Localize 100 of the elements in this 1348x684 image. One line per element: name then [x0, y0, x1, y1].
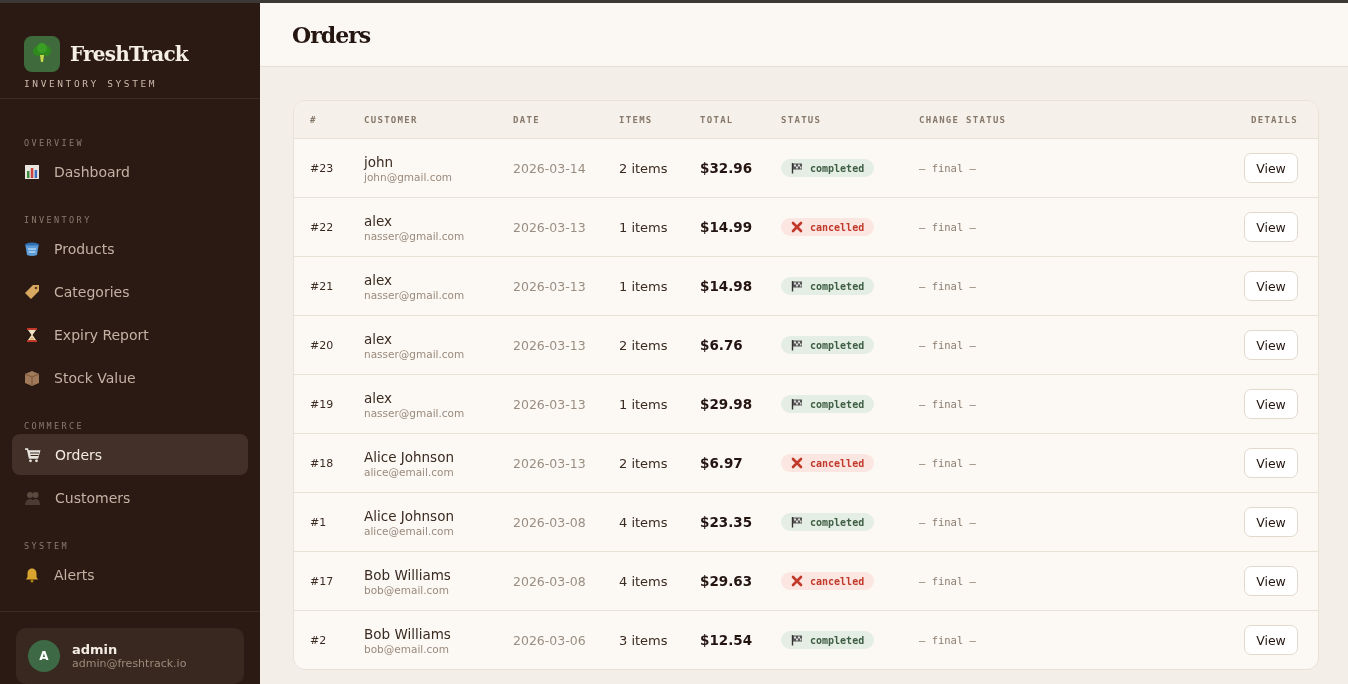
flag-icon [791, 398, 803, 410]
nav-item[interactable]: Dashboard [12, 151, 248, 192]
view-button[interactable]: View [1244, 330, 1298, 360]
status-badge: cancelled [781, 218, 875, 236]
view-button[interactable]: View [1244, 625, 1298, 655]
order-id: #22 [310, 220, 335, 234]
order-date: 2026-03-13 [513, 337, 587, 353]
order-date: 2026-03-14 [513, 160, 587, 176]
view-button[interactable]: View [1244, 389, 1298, 419]
nav-item[interactable]: Products [12, 228, 248, 269]
order-date: 2026-03-13 [513, 455, 587, 471]
nav-item[interactable]: Categories [12, 271, 248, 312]
customer-email: alice@email.com [364, 524, 455, 537]
change-status-text: — final — [919, 634, 977, 646]
order-date: 2026-03-08 [513, 514, 587, 530]
item-count: 2 items [619, 455, 669, 471]
item-count: 4 items [619, 514, 669, 530]
view-button[interactable]: View [1244, 153, 1298, 183]
order-id: #20 [310, 338, 335, 352]
bar-chart-icon [24, 163, 40, 180]
cart-icon [24, 446, 41, 463]
change-status-text: — final — [919, 398, 977, 410]
basket-icon [24, 240, 40, 257]
order-id: #2 [310, 633, 328, 647]
flag-icon [791, 339, 803, 351]
order-total: $14.99 [700, 219, 754, 235]
column-header: STATUS [781, 114, 823, 125]
flag-icon [791, 516, 803, 528]
status-badge: completed [781, 336, 875, 354]
order-date: 2026-03-13 [513, 219, 587, 235]
order-date: 2026-03-13 [513, 278, 587, 294]
customer-name: alex [364, 271, 394, 288]
order-total: $14.98 [700, 278, 754, 294]
customer-name: alex [364, 330, 394, 347]
change-status-text: — final — [919, 457, 977, 469]
order-total: $23.35 [700, 514, 754, 530]
view-button[interactable]: View [1244, 566, 1298, 596]
nav-item[interactable]: Alerts [12, 554, 248, 595]
order-id: #23 [310, 161, 335, 175]
customer-email: alice@email.com [364, 465, 455, 478]
status-badge: completed [781, 513, 875, 531]
brand-name: FreshTrack [70, 42, 188, 66]
change-status-text: — final — [919, 280, 977, 292]
customer-email: bob@email.com [364, 583, 450, 596]
customer-email: nasser@gmail.com [364, 288, 466, 301]
status-badge: cancelled [781, 572, 875, 590]
status-badge: completed [781, 631, 875, 649]
nav-item[interactable]: Orders [12, 434, 248, 475]
item-count: 2 items [619, 337, 669, 353]
bell-icon [24, 566, 40, 583]
column-header: TOTAL [700, 114, 735, 125]
change-status-text: — final — [919, 162, 977, 174]
change-status-text: — final — [919, 575, 977, 587]
order-total: $6.97 [700, 455, 744, 471]
order-total: $32.96 [700, 160, 754, 176]
flag-icon [791, 634, 803, 646]
view-button[interactable]: View [1244, 271, 1298, 301]
customer-email: nasser@gmail.com [364, 406, 466, 419]
hourglass-icon [24, 326, 40, 343]
customer-email: nasser@gmail.com [364, 229, 466, 242]
order-total: $6.76 [700, 337, 744, 353]
page-title: Orders [292, 21, 371, 48]
status-badge: completed [781, 277, 875, 295]
customer-name: john [364, 153, 395, 170]
item-count: 4 items [619, 573, 669, 589]
column-header: DETAILS [1250, 114, 1298, 125]
flag-icon [791, 162, 803, 174]
change-status-text: — final — [919, 221, 977, 233]
nav-item[interactable]: Customers [12, 477, 248, 518]
customer-name: Bob Williams [364, 625, 452, 642]
item-count: 2 items [619, 160, 669, 176]
customer-email: nasser@gmail.com [364, 347, 466, 360]
cross-icon [791, 575, 803, 587]
cross-icon [791, 457, 803, 469]
view-button[interactable]: View [1244, 212, 1298, 242]
view-button[interactable]: View [1244, 448, 1298, 478]
item-count: 3 items [619, 632, 669, 648]
tag-icon [24, 283, 40, 300]
customer-name: alex [364, 212, 394, 229]
order-id: #19 [310, 397, 335, 411]
user-card[interactable]: A admin admin@freshtrack.io [16, 628, 244, 684]
section-label: OVERVIEW [24, 137, 85, 149]
order-date: 2026-03-13 [513, 396, 587, 412]
nav-item[interactable]: Stock Value [12, 357, 248, 398]
order-id: #21 [310, 279, 335, 293]
flag-icon [791, 280, 803, 292]
column-header: CUSTOMER [364, 114, 419, 125]
order-total: $29.98 [700, 396, 754, 412]
customer-name: Alice Johnson [364, 507, 455, 524]
people-icon [24, 489, 41, 506]
section-label: INVENTORY [24, 214, 92, 226]
change-status-text: — final — [919, 516, 977, 528]
status-badge: completed [781, 159, 875, 177]
column-header: CHANGE STATUS [919, 114, 1008, 125]
view-button[interactable]: View [1244, 507, 1298, 537]
customer-name: Alice Johnson [364, 448, 455, 465]
order-total: $29.63 [700, 573, 754, 589]
customer-email: john@gmail.com [364, 170, 454, 183]
column-header: DATE [513, 114, 541, 125]
nav-item[interactable]: Expiry Report [12, 314, 248, 355]
